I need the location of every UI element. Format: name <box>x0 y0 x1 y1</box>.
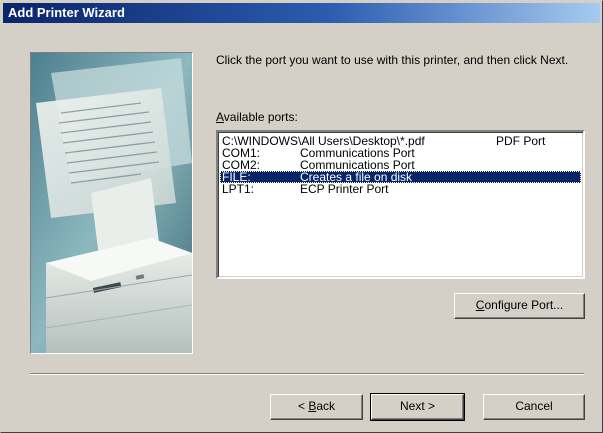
back-prefix: < <box>297 399 309 413</box>
configure-label: onfigure Port... <box>484 298 564 312</box>
configure-port-button[interactable]: Configure Port... <box>454 293 585 319</box>
back-label: ack <box>316 399 336 413</box>
title-bar[interactable]: Add Printer Wizard <box>3 3 600 23</box>
available-ports-label: Available ports: <box>216 110 298 124</box>
printer-illustration-icon <box>30 52 193 354</box>
port-list-item[interactable]: LPT1: ECP Printer Port <box>220 183 581 195</box>
cancel-button[interactable]: Cancel <box>483 394 585 420</box>
port-type: PDF Port <box>496 134 546 148</box>
next-label: Next > <box>399 399 435 413</box>
ports-label-text: vailable ports: <box>223 110 298 124</box>
back-button[interactable]: < Back <box>270 394 363 420</box>
cancel-label: Cancel <box>515 399 553 413</box>
ports-label-mnemonic: A <box>216 110 224 124</box>
port-list-item[interactable]: FILE: Creates a file on disk <box>220 171 581 183</box>
next-button[interactable]: Next > <box>370 393 465 421</box>
ports-listbox[interactable]: C:\WINDOWS\All Users\Desktop\*.pdf PDF Po… <box>216 130 585 279</box>
port-description: ECP Printer Port <box>300 182 389 196</box>
port-name: LPT1: <box>222 182 255 196</box>
add-printer-wizard-window: Add Printer Wizard Click the port you wa… <box>0 0 603 433</box>
instruction-text: Click the port you want to use with this… <box>216 53 569 67</box>
window-title: Add Printer Wizard <box>8 5 125 20</box>
separator <box>30 373 584 375</box>
